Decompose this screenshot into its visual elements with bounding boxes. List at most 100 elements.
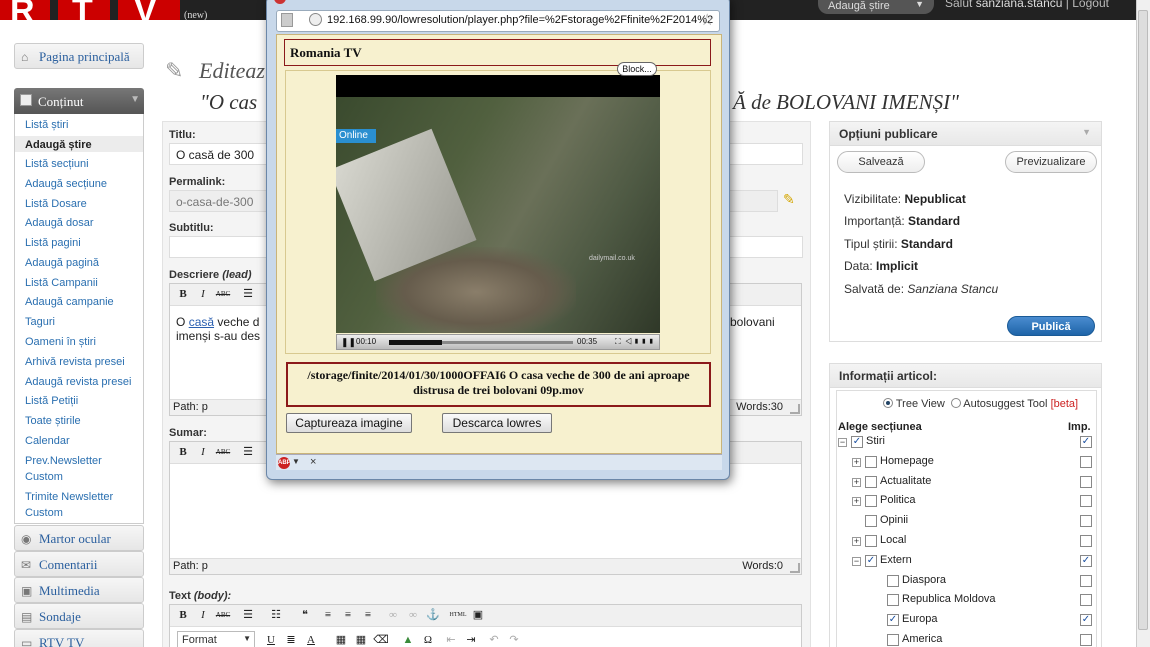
submenu-item[interactable]: Listă pagini [25,236,81,250]
section-checkbox[interactable] [887,634,899,646]
bold-button[interactable]: B [175,287,191,302]
section-checkbox[interactable]: ✓ [865,554,877,567]
underline-button[interactable]: U [263,633,279,647]
submenu-item[interactable]: Trimite Newsletter [25,490,113,504]
tree-expand-toggle[interactable]: − [838,438,847,447]
section-label[interactable]: Local [880,534,906,546]
section-checkbox[interactable] [865,515,877,528]
numbered-list-button[interactable]: ☷ [268,608,284,623]
nav-home[interactable]: ⌂ Pagina principală [14,43,144,69]
paste-icon[interactable]: ▦ [333,633,349,647]
submenu-item[interactable]: Arhivă revista presei [25,355,125,369]
edit-permalink-icon[interactable]: ✎ [783,191,795,208]
section-label[interactable]: Diaspora [902,574,946,586]
importance-checkbox[interactable] [1080,475,1092,488]
nav-martor-ocular[interactable]: ◉ Martor ocular [14,525,144,551]
importance-checkbox[interactable] [1080,574,1092,587]
tree-expand-toggle[interactable]: + [852,457,861,467]
submenu-item[interactable]: Adaugă revista presei [25,375,131,389]
section-checkbox[interactable]: ✓ [887,614,899,627]
download-lowres-button[interactable]: Descarca lowres [442,413,552,433]
outdent-icon[interactable]: ⇤ [443,633,459,647]
strike-button[interactable]: ABC [215,445,231,460]
section-label[interactable]: Extern [880,554,912,566]
tree-expand-toggle[interactable]: + [852,537,861,546]
autosuggest-radio[interactable] [950,398,961,408]
submenu-item[interactable]: Listă știri [25,118,68,132]
submenu-item-active[interactable]: Adaugă știre [25,138,92,152]
logout-link[interactable]: Logout [1072,0,1109,10]
tree-expand-toggle[interactable]: + [852,477,861,487]
section-label[interactable]: America [902,633,942,645]
section-label[interactable]: Stiri [866,435,885,447]
section-checkbox[interactable] [865,455,877,468]
preview-button[interactable]: Previzualizare [1005,151,1097,173]
page-scrollbar-thumb[interactable] [1138,10,1148,630]
autosuggest-label[interactable]: Autosuggest Tool [963,398,1047,410]
importance-checkbox[interactable] [1080,455,1092,468]
nav-rtv-tv[interactable]: ▭ RTV TV [14,629,144,647]
date-value[interactable]: Implicit [876,259,918,273]
tree-view-label[interactable]: Tree View [896,398,945,410]
resize-handle[interactable] [790,563,800,573]
section-label[interactable]: Politica [880,494,915,506]
align-left-button[interactable]: ≡ [320,608,336,623]
italic-button[interactable]: I [195,287,211,302]
user-name[interactable]: sanziana.stancu [976,0,1063,10]
format-select[interactable]: Format ▼ [177,631,255,647]
video-screen[interactable]: Online dailymail.co.uk [336,75,660,333]
seek-progress[interactable] [389,340,442,345]
blockquote-button[interactable]: ❝ [297,608,313,623]
unlink-icon[interactable]: ∞ [405,608,421,623]
align-center-button[interactable]: ≡ [340,608,356,623]
text-color-icon[interactable]: A [303,633,319,647]
importance-value[interactable]: Standard [908,214,960,228]
tree-expand-toggle[interactable]: − [852,556,861,566]
submenu-item[interactable]: Adaugă pagină [25,256,99,270]
indent-icon[interactable]: ⇥ [463,633,479,647]
submenu-item[interactable]: Listă Campanii [25,276,98,290]
importance-checkbox[interactable]: ✓ [1080,554,1092,567]
italic-button[interactable]: I [195,608,211,623]
news-type-value[interactable]: Standard [901,237,953,251]
description-text[interactable]: O casă veche d imenși s-au des [176,315,260,343]
importance-checkbox[interactable] [1080,535,1092,547]
nav-comentarii[interactable]: ✉ Comentarii [14,551,144,577]
fullscreen-icon[interactable]: ▣ [470,608,486,623]
pause-icon[interactable]: ❚❚ [341,337,356,348]
omega-icon[interactable]: Ω [420,633,436,647]
section-checkbox[interactable]: ✓ [851,436,863,448]
submenu-item[interactable]: Custom [25,506,63,520]
visibility-value[interactable]: Nepublicat [904,192,965,206]
submenu-item[interactable]: Listă Petiții [25,394,78,408]
section-label[interactable]: Republica Moldova [902,593,996,605]
eraser-icon[interactable]: ⌫ [373,633,389,647]
section-label[interactable]: Homepage [880,455,934,467]
submenu-item[interactable]: Custom [25,470,63,484]
list-button[interactable]: ☰ [240,445,256,460]
anchor-icon[interactable]: ⚓ [425,608,441,623]
italic-button[interactable]: I [195,445,211,460]
bold-button[interactable]: B [175,608,191,623]
section-label[interactable]: Opinii [880,514,908,526]
submenu-item[interactable]: Adaugă dosar [25,216,94,230]
submenu-item[interactable]: Taguri [25,315,55,329]
publish-button[interactable]: Publică [1007,316,1095,336]
section-checkbox[interactable] [865,475,877,488]
submenu-item[interactable]: Toate știrile [25,414,81,428]
section-checkbox[interactable] [887,574,899,587]
submenu-item[interactable]: Listă Dosare [25,197,87,211]
bullet-list-button[interactable]: ☰ [240,608,256,623]
section-checkbox[interactable] [865,535,877,547]
tree-expand-toggle[interactable]: + [852,497,861,507]
adblock-dropdown-icon[interactable]: ▼ [292,457,300,466]
importance-checkbox[interactable] [1080,594,1092,607]
submenu-item[interactable]: Calendar [25,434,70,448]
add-news-dropdown[interactable]: Adaugă știre ▼ [818,0,934,14]
section-checkbox[interactable] [887,594,899,607]
publish-options-header[interactable]: Opțiuni publicare ▼ [830,122,1101,146]
link-icon[interactable]: ∞ [385,608,401,623]
bold-button[interactable]: B [175,445,191,460]
importance-checkbox[interactable] [1080,515,1092,528]
section-checkbox[interactable] [865,495,877,508]
